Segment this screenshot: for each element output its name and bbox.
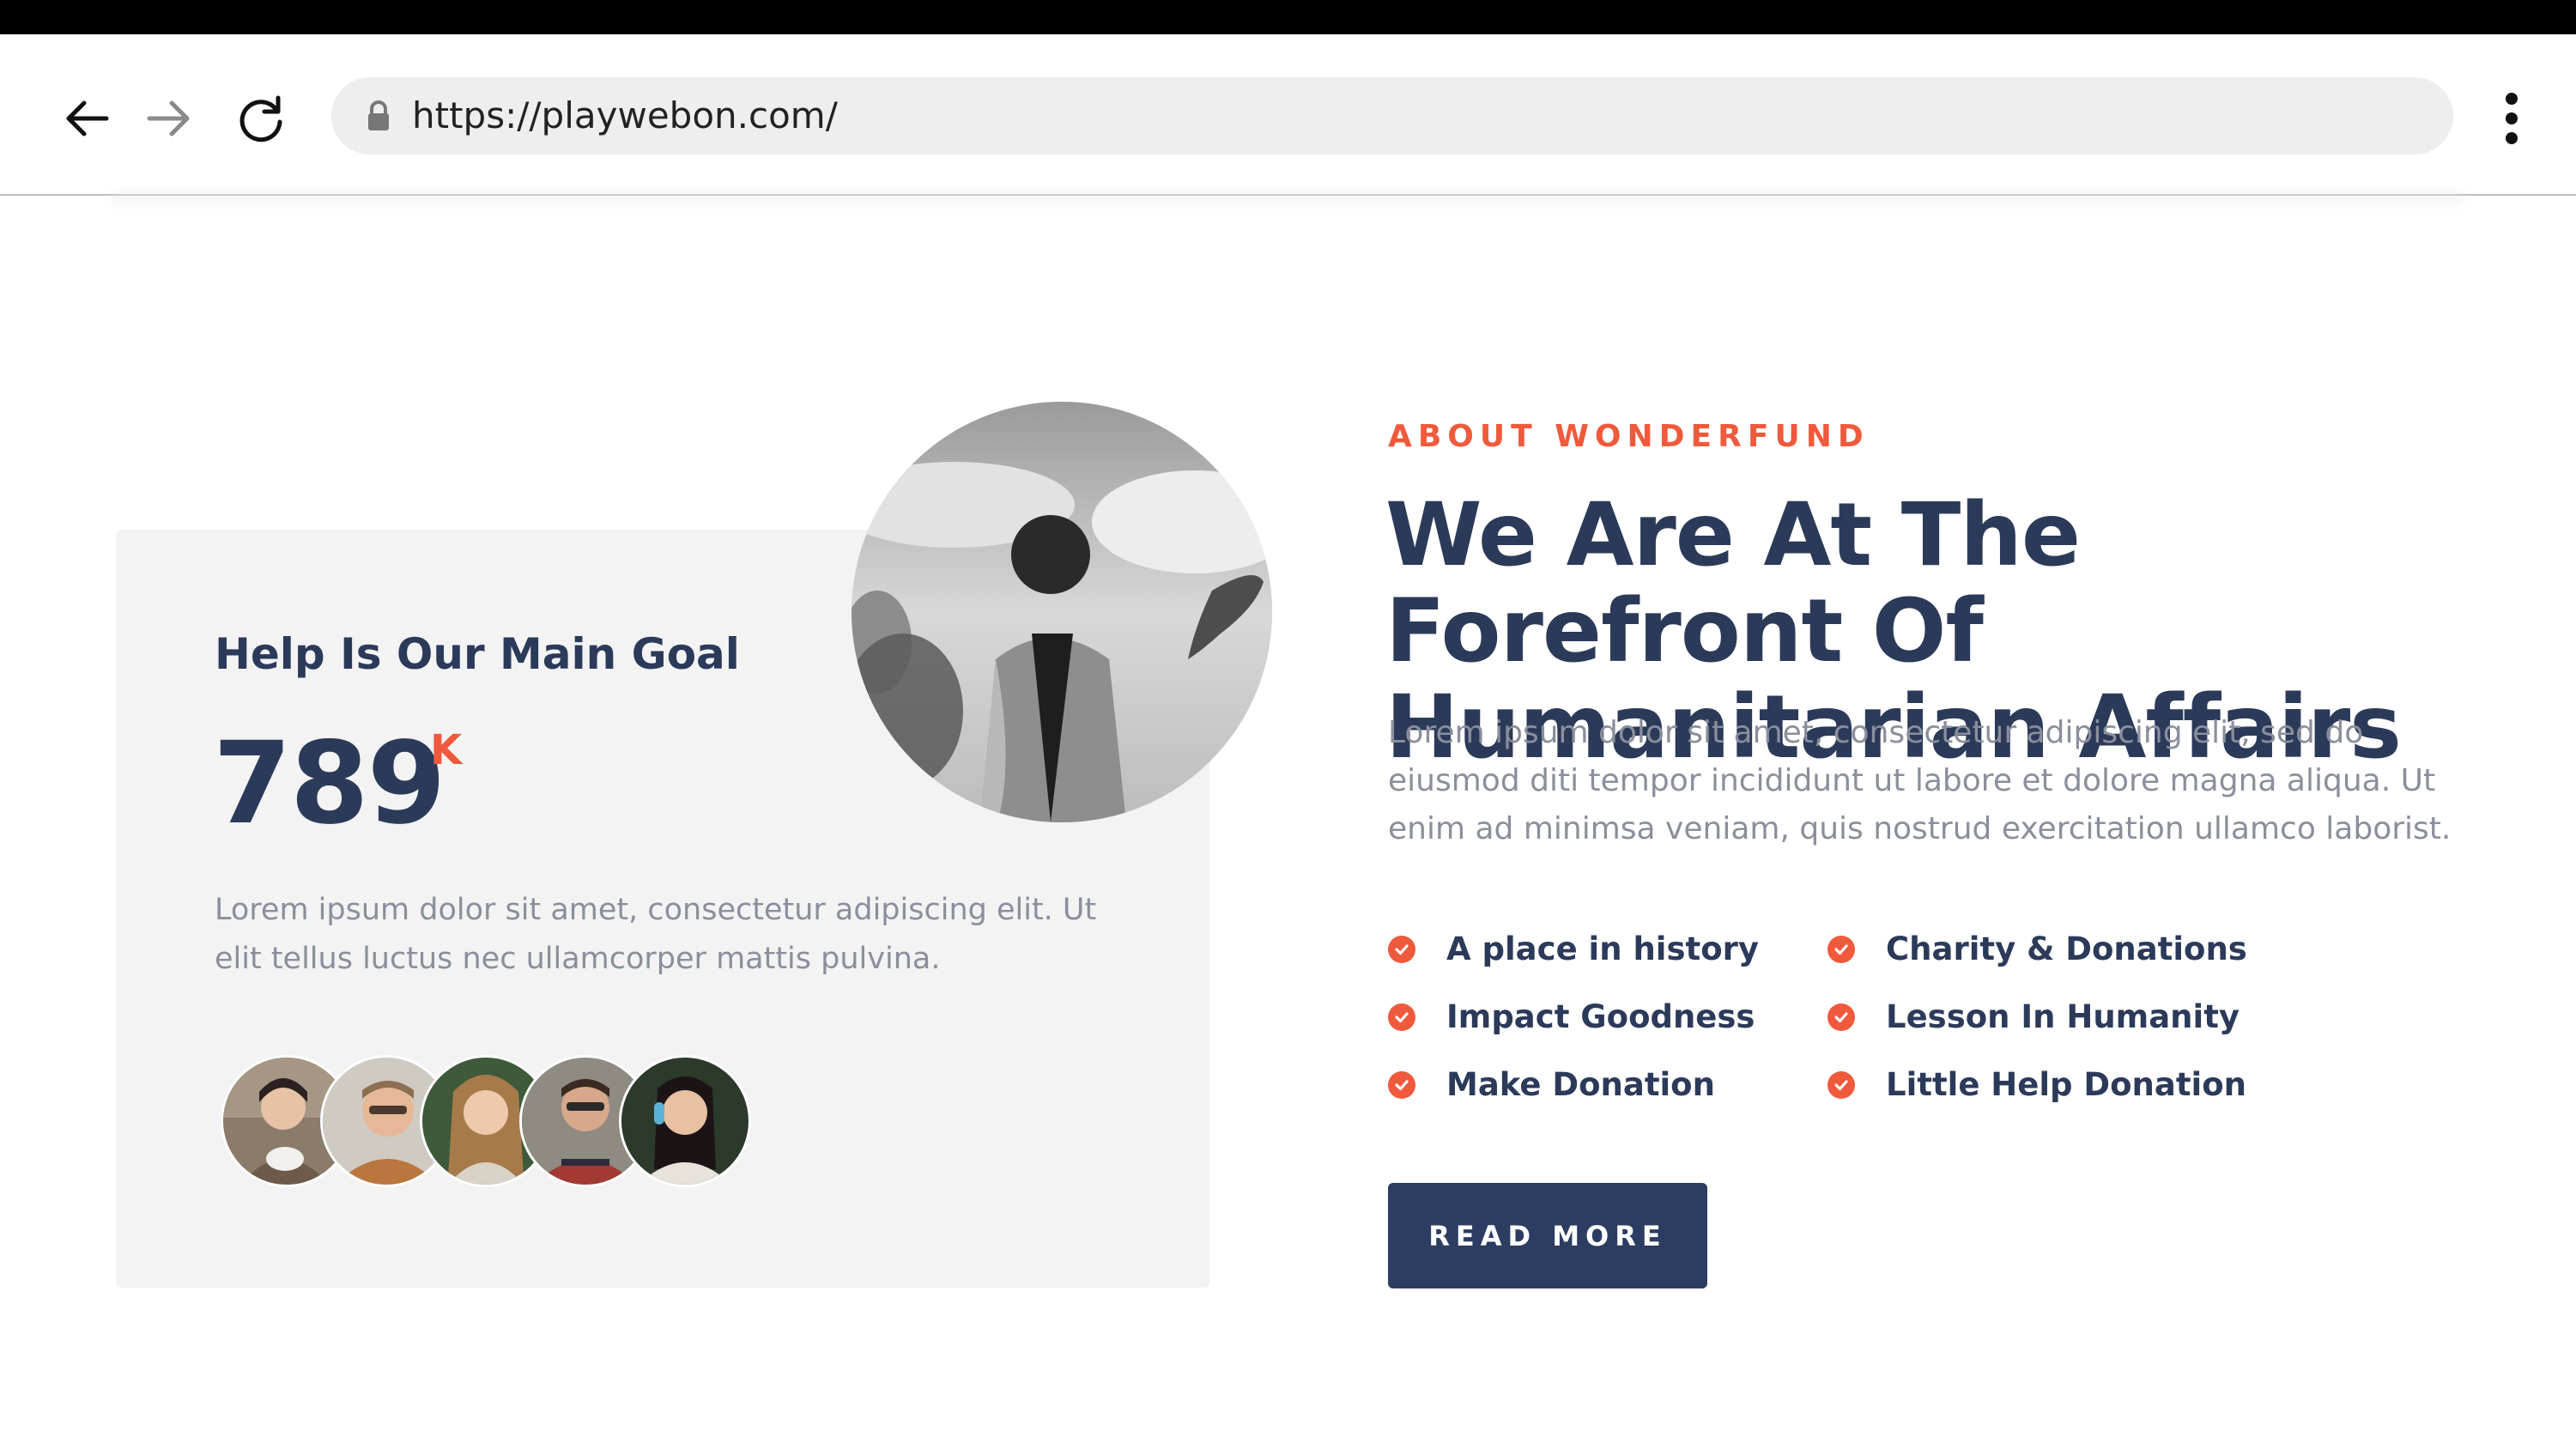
url-text[interactable]: https://playwebon.com/ — [412, 77, 838, 155]
check-icon — [1827, 1070, 1855, 1099]
feature-item: Little Help Donation — [1827, 1066, 2246, 1103]
lock-icon — [368, 100, 389, 130]
check-icon — [1388, 935, 1415, 963]
back-button[interactable] — [53, 84, 122, 153]
reload-button[interactable] — [227, 84, 295, 153]
hero-photo — [852, 402, 1272, 822]
check-icon — [1388, 1003, 1415, 1031]
check-icon — [1827, 935, 1855, 963]
avatar — [619, 1055, 751, 1187]
feature-label: Impact Goodness — [1446, 998, 1755, 1035]
goal-counter: 789 — [213, 718, 446, 850]
check-icon — [1388, 1070, 1415, 1099]
feature-label: Little Help Donation — [1886, 1066, 2246, 1103]
section-eyebrow: ABOUT WONDERFUND — [1388, 419, 1870, 454]
system-status-bar — [0, 0, 2576, 34]
feature-item: Make Donation — [1388, 1066, 1715, 1103]
address-bar[interactable]: https://playwebon.com/ — [331, 77, 2453, 155]
forward-button[interactable] — [134, 84, 203, 153]
feature-item: Charity & Donations — [1827, 931, 2247, 967]
more-menu-button[interactable] — [2486, 88, 2537, 149]
site-header-shadow — [112, 194, 2464, 206]
feature-item: A place in history — [1388, 931, 1759, 967]
forward-arrow-icon — [147, 100, 190, 136]
goal-card-title: Help Is Our Main Goal — [215, 629, 740, 679]
feature-label: Lesson In Humanity — [1886, 998, 2240, 1035]
feature-label: A place in history — [1446, 931, 1759, 967]
browser-toolbar: https://playwebon.com/ — [0, 34, 2576, 196]
back-arrow-icon — [66, 100, 109, 136]
goal-counter-suffix: K — [430, 726, 463, 774]
feature-label: Charity & Donations — [1886, 931, 2247, 967]
feature-item: Impact Goodness — [1388, 998, 1755, 1035]
section-lead: Lorem ipsum dolor sit amet, consectetur … — [1388, 715, 2452, 846]
feature-list: A place in history Impact Goodness Make … — [1388, 919, 2332, 1125]
reload-icon — [239, 95, 282, 142]
feature-label: Make Donation — [1446, 1066, 1715, 1103]
goal-card-text: Lorem ipsum dolor sit amet, consectetur … — [215, 893, 1097, 976]
read-more-button[interactable]: READ MORE — [1388, 1183, 1707, 1288]
feature-item: Lesson In Humanity — [1827, 998, 2240, 1035]
check-icon — [1827, 1003, 1855, 1031]
